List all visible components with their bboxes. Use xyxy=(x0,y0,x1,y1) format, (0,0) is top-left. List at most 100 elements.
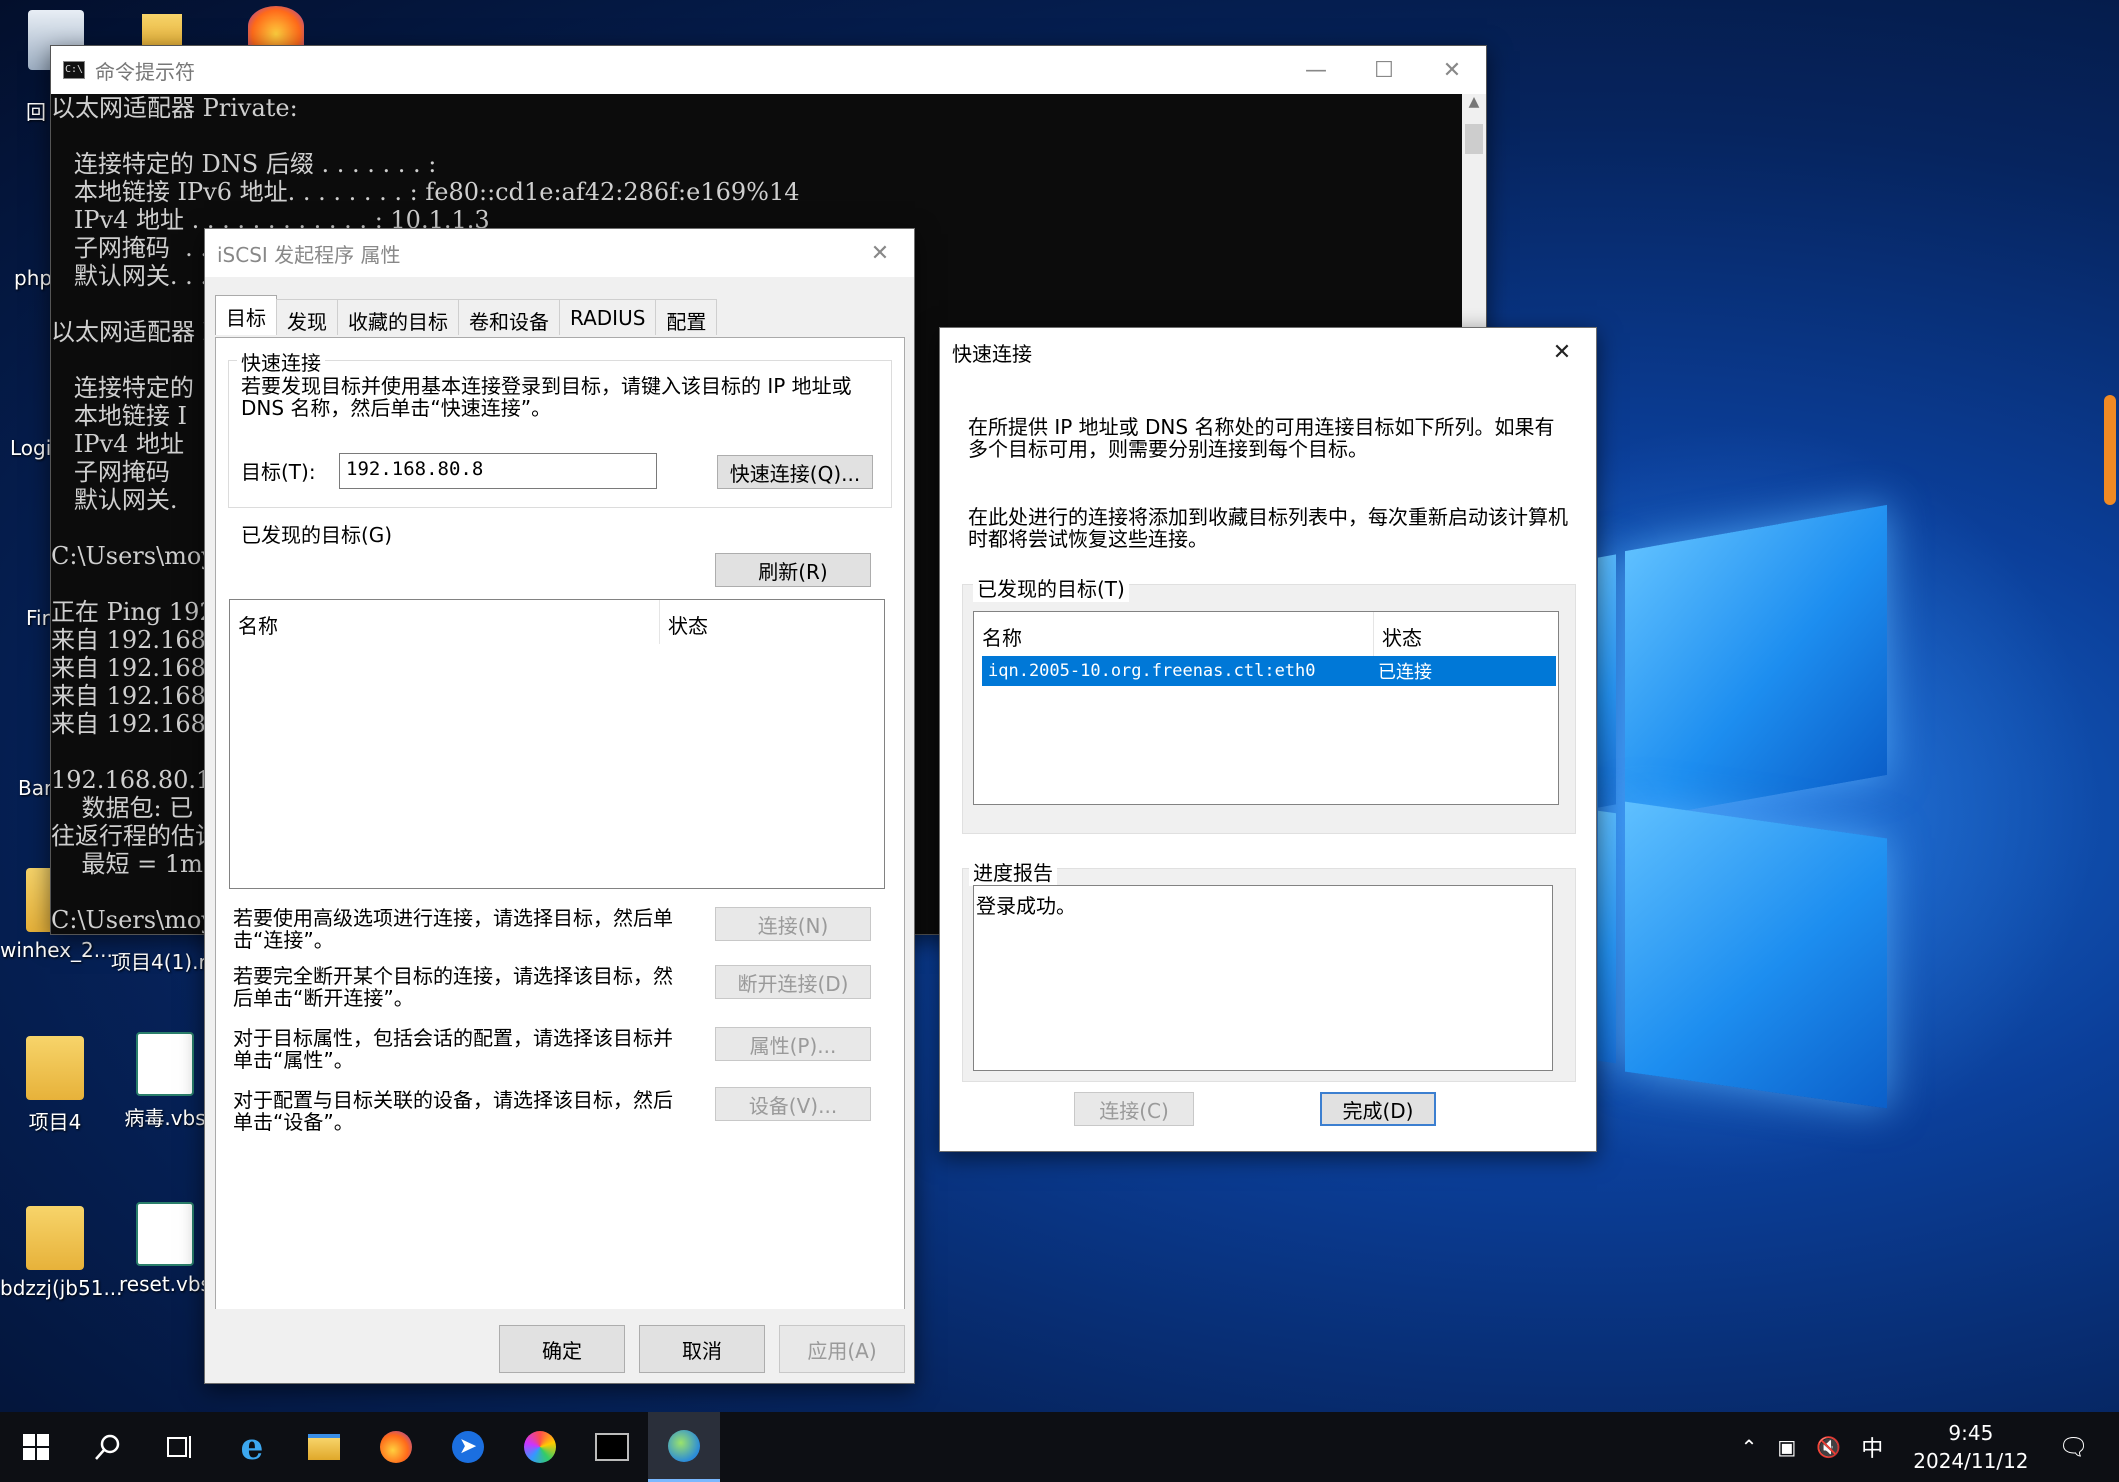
quick-connect-body: 在所提供 IP 地址或 DNS 名称处的可用连接目标如下所列。如果有多个目标可用… xyxy=(940,376,1596,1151)
disconnect-button[interactable]: 断开连接(D) xyxy=(715,965,871,999)
close-button[interactable]: ✕ xyxy=(846,229,914,277)
list-header: 名称 状态 xyxy=(974,612,1558,656)
volume-muted-icon[interactable]: 🔇 xyxy=(1816,1435,1841,1459)
tab-configuration[interactable]: 配置 xyxy=(655,299,718,335)
quick-connect-target-list[interactable]: 名称 状态 iqn.2005-10.org.freenas.ctl:eth0 已… xyxy=(973,611,1559,805)
network-globe-icon xyxy=(668,1429,700,1462)
cmd-line: 连接特定的 DNS 后缀 . . . . . . . : xyxy=(51,150,437,178)
discovered-targets-section: 已发现的目标(T) 名称 状态 iqn.2005-10.org.freenas.… xyxy=(962,573,1576,834)
clock[interactable]: 9:45 2024/11/12 xyxy=(1913,1419,2028,1475)
apply-button[interactable]: 应用(A) xyxy=(779,1325,905,1373)
windows-logo-pane-bottom-left xyxy=(1598,810,1616,1064)
network-icon[interactable]: ▣ xyxy=(1777,1435,1796,1459)
quick-connect-desc-1: 在所提供 IP 地址或 DNS 名称处的可用连接目标如下所列。如果有多个目标可用… xyxy=(968,415,1555,461)
maximize-button[interactable]: ☐ xyxy=(1350,46,1418,94)
windows-start-icon xyxy=(23,1434,49,1460)
cmd-line: 以太网适配器 Private: xyxy=(51,94,298,122)
column-header-name[interactable]: 名称 xyxy=(974,612,1374,656)
taskbar-app-blue[interactable]: ➤ xyxy=(432,1412,504,1482)
minimize-button[interactable]: — xyxy=(1282,46,1350,94)
progress-report-label: 进度报告 xyxy=(969,857,1057,886)
firefox-icon xyxy=(380,1431,412,1463)
chevron-up-icon[interactable]: ⌃ xyxy=(1741,1435,1758,1459)
desktop-icon-label: 项目4 xyxy=(28,1110,82,1134)
cmd-titlebar[interactable]: C:\ 命令提示符 — ☐ ✕ xyxy=(51,46,1486,94)
properties-button[interactable]: 属性(P)... xyxy=(715,1027,871,1061)
cmd-app-icon: C:\ xyxy=(63,61,85,79)
cancel-button[interactable]: 取消 xyxy=(639,1325,765,1373)
devices-button[interactable]: 设备(V)... xyxy=(715,1087,871,1121)
cmd-title: 命令提示符 xyxy=(95,59,195,84)
clock-time: 9:45 xyxy=(1948,1421,1994,1445)
quick-connect-dialog[interactable]: 快速连接 ✕ 在所提供 IP 地址或 DNS 名称处的可用连接目标如下所列。如果… xyxy=(939,327,1597,1152)
start-button[interactable] xyxy=(0,1412,72,1482)
task-view-button[interactable] xyxy=(144,1412,216,1482)
taskbar-firefox[interactable] xyxy=(360,1412,432,1482)
scroll-thumb[interactable] xyxy=(1465,124,1483,154)
taskbar-iscsi[interactable] xyxy=(648,1412,720,1482)
tab-radius[interactable]: RADIUS xyxy=(559,299,657,335)
hint-properties: 对于目标属性，包括会话的配置，请选择该目标并单击“属性”。 xyxy=(233,1026,673,1072)
quick-connect-button[interactable]: 快速连接(Q)... xyxy=(717,455,873,489)
close-button[interactable]: ✕ xyxy=(1418,46,1486,94)
taskbar: e ➤ ⌃ ▣ 🔇 中 9:45 2024/11/12 🗨 xyxy=(0,1412,2119,1482)
desktop-icon-project4[interactable]: 项目4 xyxy=(0,1036,110,1135)
column-header-status[interactable]: 状态 xyxy=(1374,612,1430,656)
task-view-icon xyxy=(167,1436,191,1458)
dialog-footer: 确定 取消 应用(A) xyxy=(205,1309,914,1383)
edge-slider[interactable] xyxy=(2104,395,2116,505)
taskbar-explorer[interactable] xyxy=(288,1412,360,1482)
iscsi-properties-dialog[interactable]: iSCSI 发起程序 属性 ✕ 目标 发现 收藏的目标 卷和设备 RADIUS … xyxy=(204,228,915,1384)
notification-icon[interactable]: 🗨 xyxy=(2059,1433,2089,1461)
quick-connect-group-label: 快速连接 xyxy=(237,347,325,376)
scroll-up-icon[interactable]: ▲ xyxy=(1462,94,1486,110)
table-row[interactable]: iqn.2005-10.org.freenas.ctl:eth0 已连接 xyxy=(982,656,1556,686)
connect-button[interactable]: 连接(N) xyxy=(715,907,871,941)
discovered-targets-list[interactable]: 名称 状态 xyxy=(229,599,885,889)
folder-icon xyxy=(26,1036,84,1100)
taskbar-app-color[interactable] xyxy=(504,1412,576,1482)
quick-connect-group: 快速连接 若要发现目标并使用基本连接登录到目标，请键入该目标的 IP 地址或 D… xyxy=(228,347,892,508)
app-icon xyxy=(524,1431,556,1463)
refresh-button[interactable]: 刷新(R) xyxy=(715,553,871,587)
folder-icon[interactable] xyxy=(142,14,182,46)
hint-devices: 对于配置与目标关联的设备，请选择该目标，然后单击“设备”。 xyxy=(233,1088,673,1134)
progress-report-section: 进度报告 登录成功。 xyxy=(962,857,1576,1082)
desktop-icon-label: winhex_2... xyxy=(0,938,113,962)
target-label: 目标(T): xyxy=(241,460,316,484)
desktop-icon-label: bdzzj(jb51... xyxy=(0,1276,123,1300)
tab-targets[interactable]: 目标 xyxy=(215,295,277,335)
quick-connect-description: 若要发现目标并使用基本连接登录到目标，请键入该目标的 IP 地址或 DNS 名称… xyxy=(241,374,852,420)
targets-tab-panel: 快速连接 若要发现目标并使用基本连接登录到目标，请键入该目标的 IP 地址或 D… xyxy=(215,337,905,1339)
column-header-status[interactable]: 状态 xyxy=(660,600,716,644)
firefox-icon[interactable] xyxy=(248,6,304,46)
search-icon xyxy=(95,1434,120,1460)
quick-connect-titlebar[interactable]: 快速连接 ✕ xyxy=(940,328,1596,376)
desktop-icon-bdzzj[interactable]: bdzzj(jb51... xyxy=(0,1206,123,1300)
ok-button[interactable]: 确定 xyxy=(499,1325,625,1373)
close-button[interactable]: ✕ xyxy=(1528,328,1596,376)
taskbar-ie[interactable]: e xyxy=(216,1412,288,1482)
target-input[interactable]: 192.168.80.8 xyxy=(339,453,657,489)
tab-favorite-targets[interactable]: 收藏的目标 xyxy=(337,299,459,335)
iscsi-titlebar[interactable]: iSCSI 发起程序 属性 ✕ xyxy=(205,229,914,277)
quick-connect-desc-2: 在此处进行的连接将添加到收藏目标列表中，每次重新启动该计算机时都将尝试恢复这些连… xyxy=(968,505,1568,551)
tab-discovery[interactable]: 发现 xyxy=(276,299,338,335)
progress-report-box[interactable]: 登录成功。 xyxy=(973,885,1553,1071)
hint-connect: 若要使用高级选项进行连接，请选择目标，然后单击“连接”。 xyxy=(233,906,673,952)
discovered-targets-group: 已发现的目标(G) 刷新(R) 名称 状态 若要使用高级选项进行连接，请选择目标… xyxy=(228,519,892,1172)
search-button[interactable] xyxy=(72,1412,144,1482)
desktop-icon-label: 病毒.vbs xyxy=(124,1106,206,1130)
discovered-targets-label: 已发现的目标(T) xyxy=(973,573,1129,602)
tab-volumes-devices[interactable]: 卷和设备 xyxy=(458,299,560,335)
ime-indicator[interactable]: 中 xyxy=(1861,1431,1883,1463)
clock-date: 2024/11/12 xyxy=(1913,1449,2029,1473)
done-button[interactable]: 完成(D) xyxy=(1320,1092,1436,1126)
windows-logo-pane-bottom-right xyxy=(1625,801,1887,1109)
taskbar-cmd[interactable] xyxy=(576,1412,648,1482)
qc-connect-button[interactable]: 连接(C) xyxy=(1074,1092,1194,1126)
column-header-name[interactable]: 名称 xyxy=(230,600,660,644)
discovered-targets-label: 已发现的目标(G) xyxy=(237,519,397,548)
app-icon: ➤ xyxy=(452,1431,484,1463)
target-status-cell: 已连接 xyxy=(1378,662,1432,683)
